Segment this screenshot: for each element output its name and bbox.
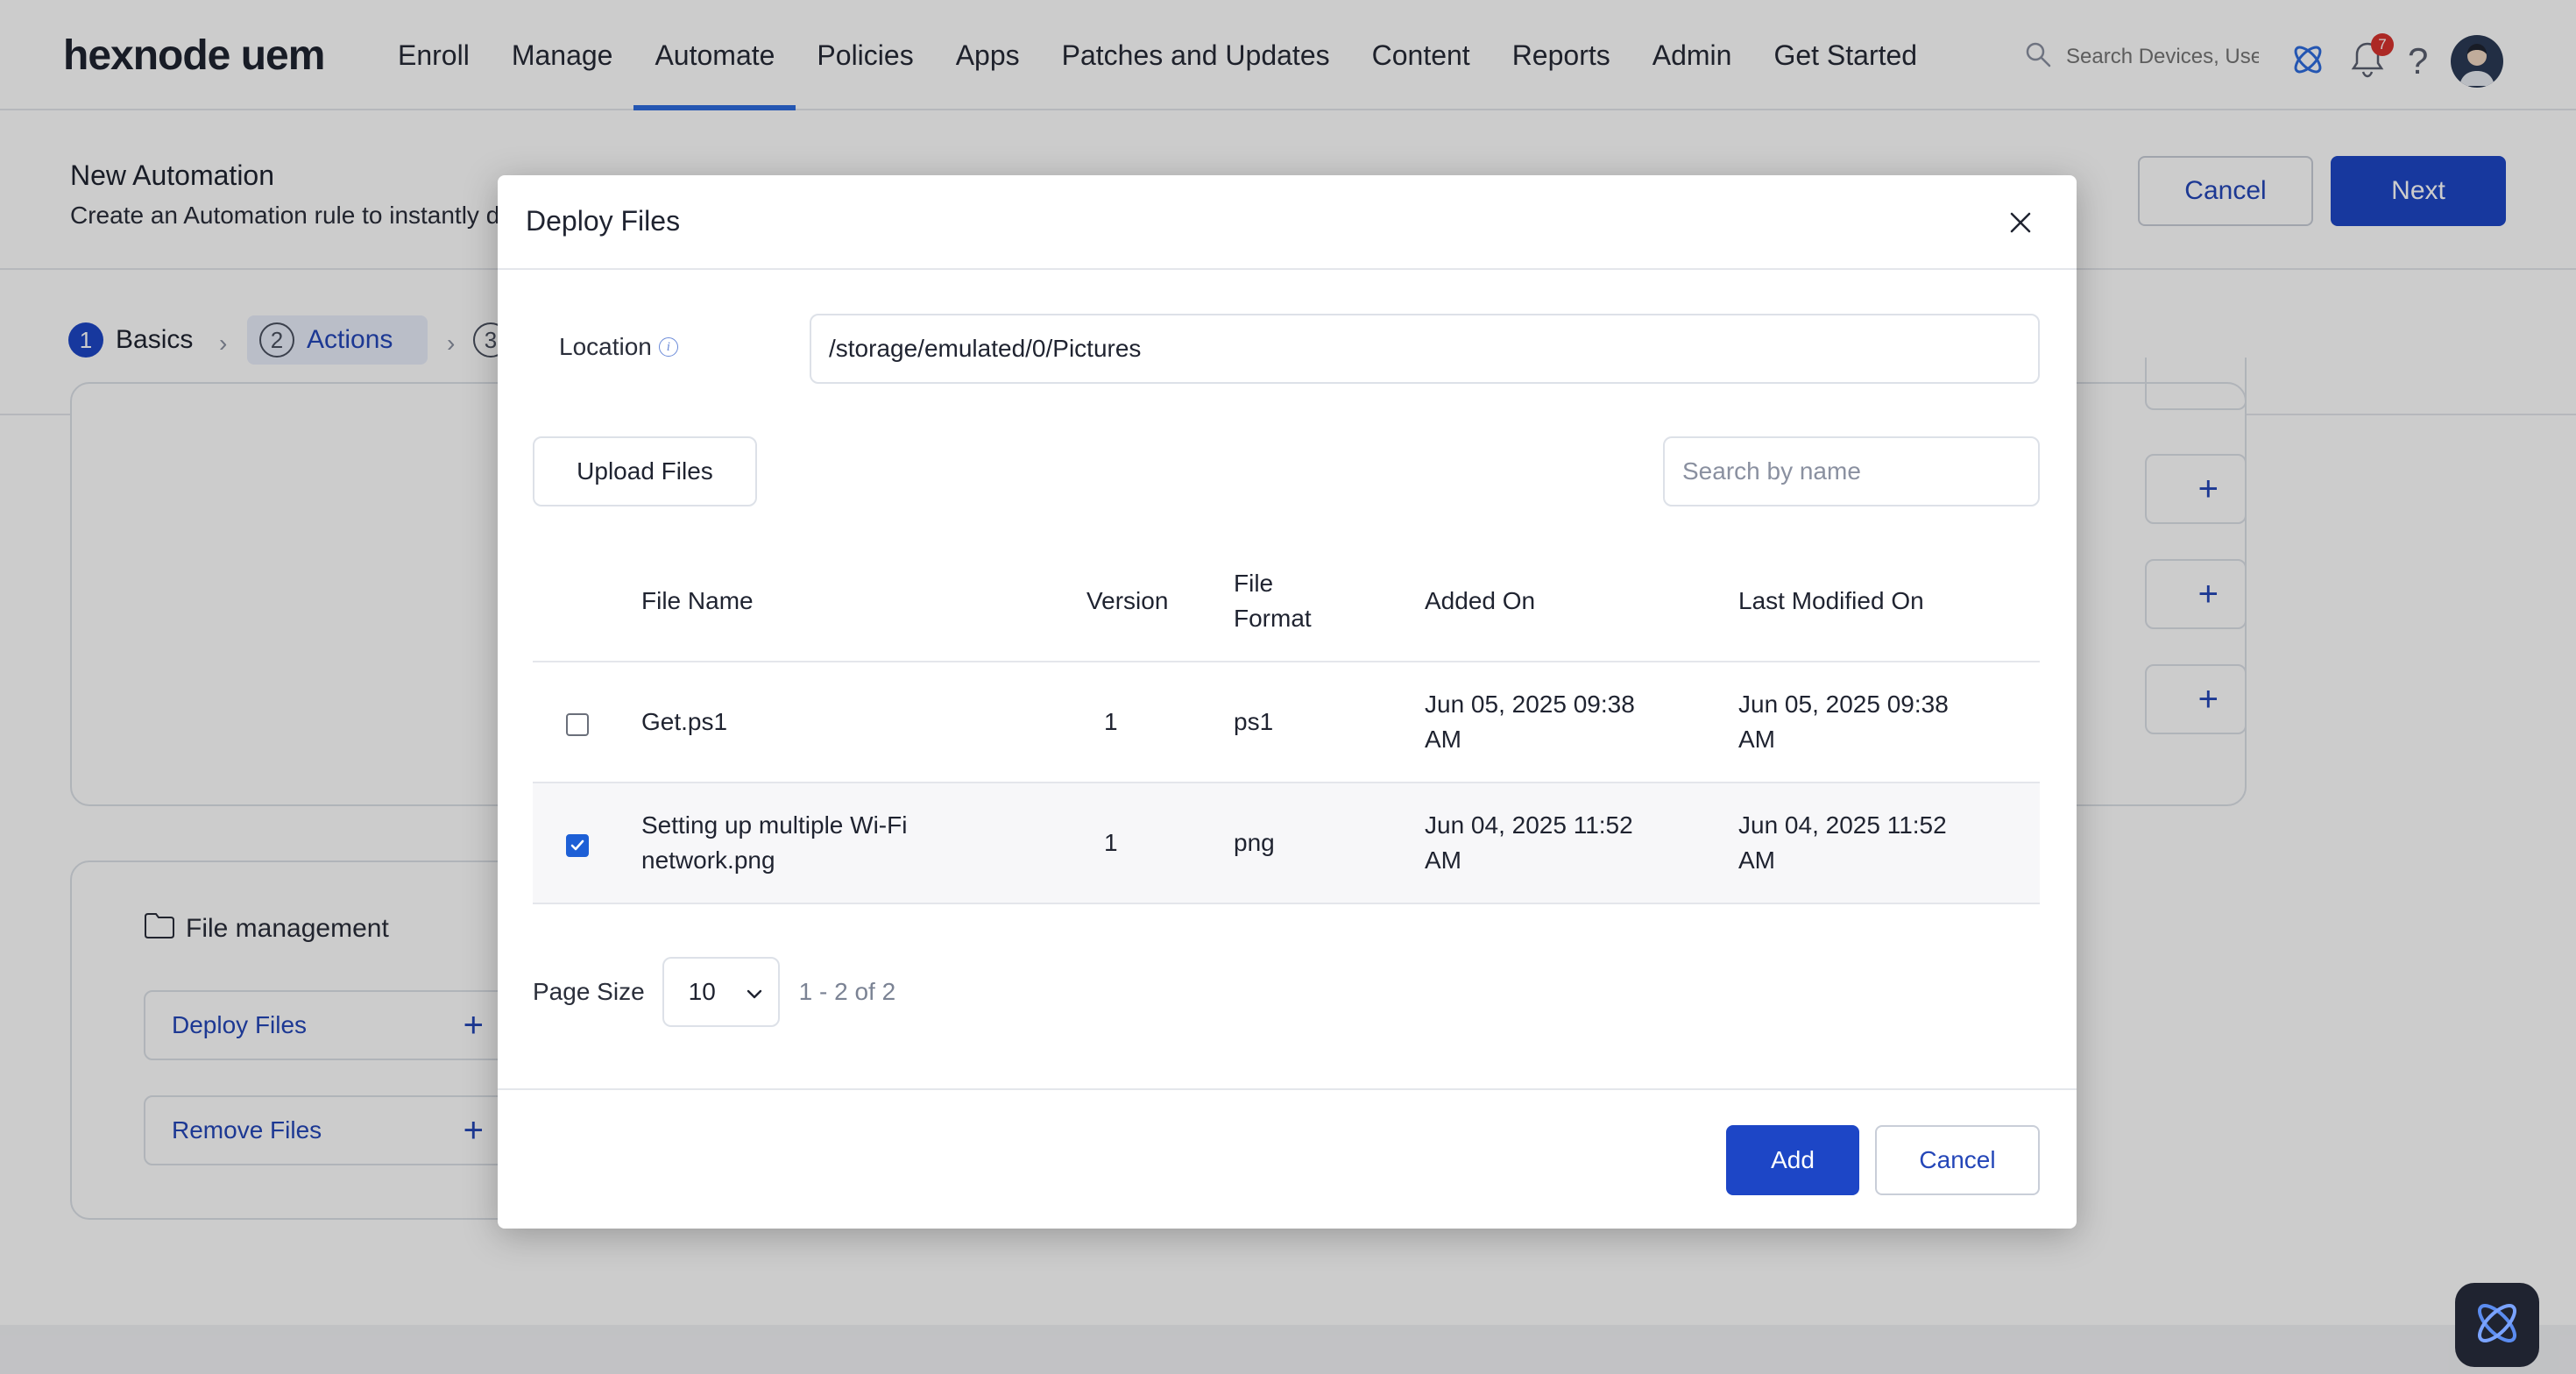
table-header: File Name Version File Format Added On L… (533, 542, 2040, 662)
close-icon[interactable] (2003, 205, 2038, 240)
location-label: Location i (559, 333, 678, 361)
page-size-label: Page Size (533, 978, 645, 1005)
info-icon[interactable]: i (658, 337, 678, 357)
file-modified-on: Jun 05, 2025 09:38 AM (1738, 691, 1949, 753)
dialog-footer: Add Cancel (498, 1088, 2077, 1229)
cancel-button[interactable]: Cancel (1875, 1125, 2040, 1195)
dialog-title: Deploy Files (526, 205, 681, 237)
col-file-format[interactable]: File Format (1234, 566, 1312, 636)
chevron-down-icon (747, 978, 762, 1006)
table-row[interactable]: Get.ps1 1 ps1 Jun 05, 2025 09:38 AM Jun … (533, 662, 2040, 783)
file-format: ps1 (1234, 708, 1274, 735)
pagination: Page Size 10 1 - 2 of 2 (533, 957, 895, 1027)
page-range: 1 - 2 of 2 (798, 978, 896, 1005)
file-added-on: Jun 04, 2025 11:52 AM (1425, 811, 1633, 874)
file-name: Setting up multiple Wi-Fi network.png (641, 811, 908, 874)
files-table: File Name Version File Format Added On L… (533, 542, 2040, 904)
hexnode-assistant-button[interactable] (2455, 1283, 2539, 1367)
file-version: 1 (1104, 708, 1118, 735)
col-last-modified[interactable]: Last Modified On (1738, 584, 1924, 619)
row-checkbox-checked[interactable] (566, 834, 589, 857)
deploy-files-dialog: Deploy Files Location i Upload Files Fil… (498, 175, 2077, 1229)
file-format: png (1234, 829, 1275, 856)
file-added-on: Jun 05, 2025 09:38 AM (1425, 691, 1635, 753)
table-row[interactable]: Setting up multiple Wi-Fi network.png 1 … (533, 783, 2040, 904)
col-file-name[interactable]: File Name (641, 584, 754, 619)
file-version: 1 (1104, 829, 1118, 856)
col-added-on[interactable]: Added On (1425, 584, 1535, 619)
file-name: Get.ps1 (641, 708, 728, 735)
col-version[interactable]: Version (1086, 584, 1168, 619)
location-input[interactable] (810, 314, 2040, 384)
hexnode-logo-icon (2470, 1296, 2524, 1355)
row-checkbox[interactable] (566, 713, 589, 736)
upload-files-button[interactable]: Upload Files (533, 436, 757, 506)
dialog-header: Deploy Files (498, 175, 2077, 270)
search-by-name-input[interactable] (1663, 436, 2040, 506)
add-button[interactable]: Add (1726, 1125, 1859, 1195)
file-modified-on: Jun 04, 2025 11:52 AM (1738, 811, 1947, 874)
page-size-select[interactable]: 10 (662, 957, 780, 1027)
